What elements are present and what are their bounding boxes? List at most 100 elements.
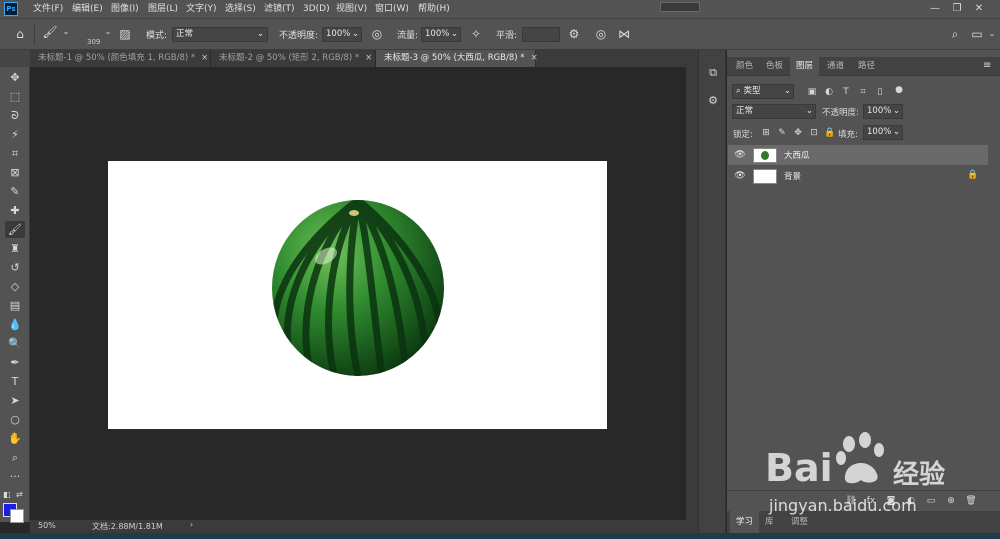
brush-preset-icon[interactable]: 🖌 <box>42 24 58 40</box>
brush-panel-icon[interactable]: ▨ <box>117 26 133 42</box>
restore-icon[interactable]: ❐ <box>946 0 968 18</box>
menu-layer[interactable]: 图层(L) <box>148 0 178 18</box>
blur-icon[interactable]: 💧 <box>5 316 25 333</box>
lock-position-icon[interactable]: ✥ <box>792 127 804 139</box>
airbrush-icon[interactable]: ✧ <box>468 26 484 42</box>
titlebar-grip[interactable] <box>660 2 700 12</box>
frame-icon[interactable]: ⊠ <box>5 164 25 181</box>
tab-layers[interactable]: 图层 <box>790 57 820 76</box>
document-canvas[interactable] <box>108 161 607 429</box>
gradient-icon[interactable]: ▤ <box>5 297 25 314</box>
filter-pixel-icon[interactable]: ▣ <box>806 86 818 98</box>
filter-type-icon[interactable]: T <box>840 86 852 98</box>
pressure-opacity-icon[interactable]: ◎ <box>369 26 385 42</box>
ellipse-icon[interactable]: ○ <box>5 411 25 428</box>
menu-3d[interactable]: 3D(D) <box>303 0 330 18</box>
menu-select[interactable]: 选择(S) <box>225 0 256 18</box>
layer-name[interactable]: 背景 <box>784 170 801 182</box>
history-panel-icon[interactable]: ⧉ <box>704 64 722 82</box>
layer-filter-select[interactable]: ⌕ 类型 ⌄ <box>732 84 794 99</box>
move-icon[interactable]: ✥ <box>5 69 25 86</box>
minimize-icon[interactable]: — <box>924 0 946 18</box>
pen-icon[interactable]: ✒ <box>5 354 25 371</box>
layer-opacity-input[interactable]: 100% ⌄ <box>863 104 903 119</box>
pressure-size-icon[interactable]: ◎ <box>593 26 609 42</box>
close-icon[interactable]: × <box>531 53 538 63</box>
menu-type[interactable]: 文字(Y) <box>186 0 217 18</box>
layer-row-background[interactable]: 👁 背景 🔒 <box>728 166 988 186</box>
doc-tab-3[interactable]: 未标题-3 @ 50% (大西瓜, RGB/8) * × <box>376 50 538 67</box>
menu-file[interactable]: 文件(F) <box>33 0 63 18</box>
opacity-input[interactable]: 100% ⌄ <box>322 27 362 42</box>
vertical-scrollbar[interactable] <box>686 67 698 520</box>
more-icon[interactable]: ··· <box>5 468 25 485</box>
fill-input[interactable]: 100% ⌄ <box>863 125 903 140</box>
smoothing-input[interactable] <box>522 27 560 42</box>
dodge-icon[interactable]: 🔍 <box>5 335 25 352</box>
close-icon[interactable]: × <box>201 53 208 63</box>
gear-icon[interactable]: ⚙ <box>566 26 582 42</box>
tab-swatches[interactable]: 色板 <box>760 57 789 76</box>
lock-all-icon[interactable]: 🔒 <box>824 127 836 139</box>
search-icon[interactable]: ⌕ <box>947 26 963 42</box>
toolbar-grip[interactable] <box>0 50 30 67</box>
properties-panel-icon[interactable]: ⚙ <box>704 92 722 110</box>
flow-input[interactable]: 100% ⌄ <box>421 27 461 42</box>
brush-icon[interactable]: 🖌 <box>5 221 25 238</box>
path-select-icon[interactable]: ➤ <box>5 392 25 409</box>
menu-filter[interactable]: 滤镜(T) <box>264 0 295 18</box>
blend-mode-value: 正常 <box>736 106 754 116</box>
layer-name[interactable]: 大西瓜 <box>784 149 810 161</box>
eraser-icon[interactable]: ◇ <box>5 278 25 295</box>
zoom-level[interactable]: 50% <box>38 521 56 530</box>
chevron-right-icon[interactable]: › <box>190 520 193 529</box>
close-icon[interactable]: ✕ <box>968 0 990 18</box>
eye-icon[interactable]: 👁 <box>734 170 746 182</box>
menu-window[interactable]: 窗口(W) <box>375 0 409 18</box>
menu-view[interactable]: 视图(V) <box>336 0 367 18</box>
stamp-icon[interactable]: ♜ <box>5 240 25 257</box>
panel-menu-icon[interactable]: ≡ <box>983 60 991 71</box>
home-icon[interactable]: ⌂ <box>12 26 28 42</box>
chevron-down-icon[interactable]: ⌄ <box>984 26 1000 42</box>
lock-pixels-icon[interactable]: ✎ <box>776 127 788 139</box>
menu-image[interactable]: 图像(I) <box>111 0 139 18</box>
lock-transparent-icon[interactable]: ⊞ <box>760 127 772 139</box>
close-icon[interactable]: × <box>365 53 372 63</box>
symmetry-icon[interactable]: ⋈ <box>616 26 632 42</box>
brush-size[interactable]: 309 <box>87 38 100 46</box>
menu-help[interactable]: 帮助(H) <box>418 0 450 18</box>
zoom-icon[interactable]: ⌕ <box>5 449 25 466</box>
filter-shape-icon[interactable]: ⌗ <box>857 86 869 98</box>
healing-icon[interactable]: ✚ <box>5 202 25 219</box>
eyedropper-icon[interactable]: ✎ <box>5 183 25 200</box>
magic-wand-icon[interactable]: ⚡ <box>5 126 25 143</box>
blend-mode-select[interactable]: 正常 ⌄ <box>732 104 816 119</box>
type-icon[interactable]: T <box>5 373 25 390</box>
lock-artboard-icon[interactable]: ⊡ <box>808 127 820 139</box>
chevron-down-icon[interactable]: ⌄ <box>100 24 116 40</box>
doc-tab-2[interactable]: 未标题-2 @ 50% (矩形 2, RGB/8) * × <box>211 50 376 67</box>
tab-channels[interactable]: 通道 <box>821 57 850 76</box>
filter-toggle-icon[interactable]: ● <box>893 84 905 96</box>
lasso-icon[interactable]: ᘐ <box>5 107 25 124</box>
history-brush-icon[interactable]: ↺ <box>5 259 25 276</box>
doc-tab-1[interactable]: 未标题-1 @ 50% (颜色填充 1, RGB/8) * × <box>30 50 211 67</box>
mode-select[interactable]: 正常 ⌄ <box>172 27 268 42</box>
tab-paths[interactable]: 路径 <box>852 57 881 76</box>
tab-color[interactable]: 颜色 <box>730 57 759 76</box>
eye-icon[interactable]: 👁 <box>734 149 746 161</box>
background-color-swatch[interactable] <box>10 509 24 523</box>
menu-edit[interactable]: 编辑(E) <box>72 0 103 18</box>
hand-icon[interactable]: ✋ <box>5 430 25 447</box>
marquee-icon[interactable]: ⬚ <box>5 88 25 105</box>
chevron-down-icon[interactable]: ⌄ <box>58 24 74 40</box>
filter-adjustment-icon[interactable]: ◐ <box>823 86 835 98</box>
filter-smart-object-icon[interactable]: ▯ <box>874 86 886 98</box>
default-colors-icon[interactable]: ◧ <box>3 490 11 499</box>
swap-colors-icon[interactable]: ⇄ <box>16 490 23 499</box>
crop-icon[interactable]: ⌗ <box>5 145 25 162</box>
layer-row-watermelon[interactable]: 👁 大西瓜 <box>728 145 988 165</box>
workspace-icon[interactable]: ▭ <box>969 26 985 42</box>
lock-icon[interactable]: 🔒 <box>967 170 978 180</box>
